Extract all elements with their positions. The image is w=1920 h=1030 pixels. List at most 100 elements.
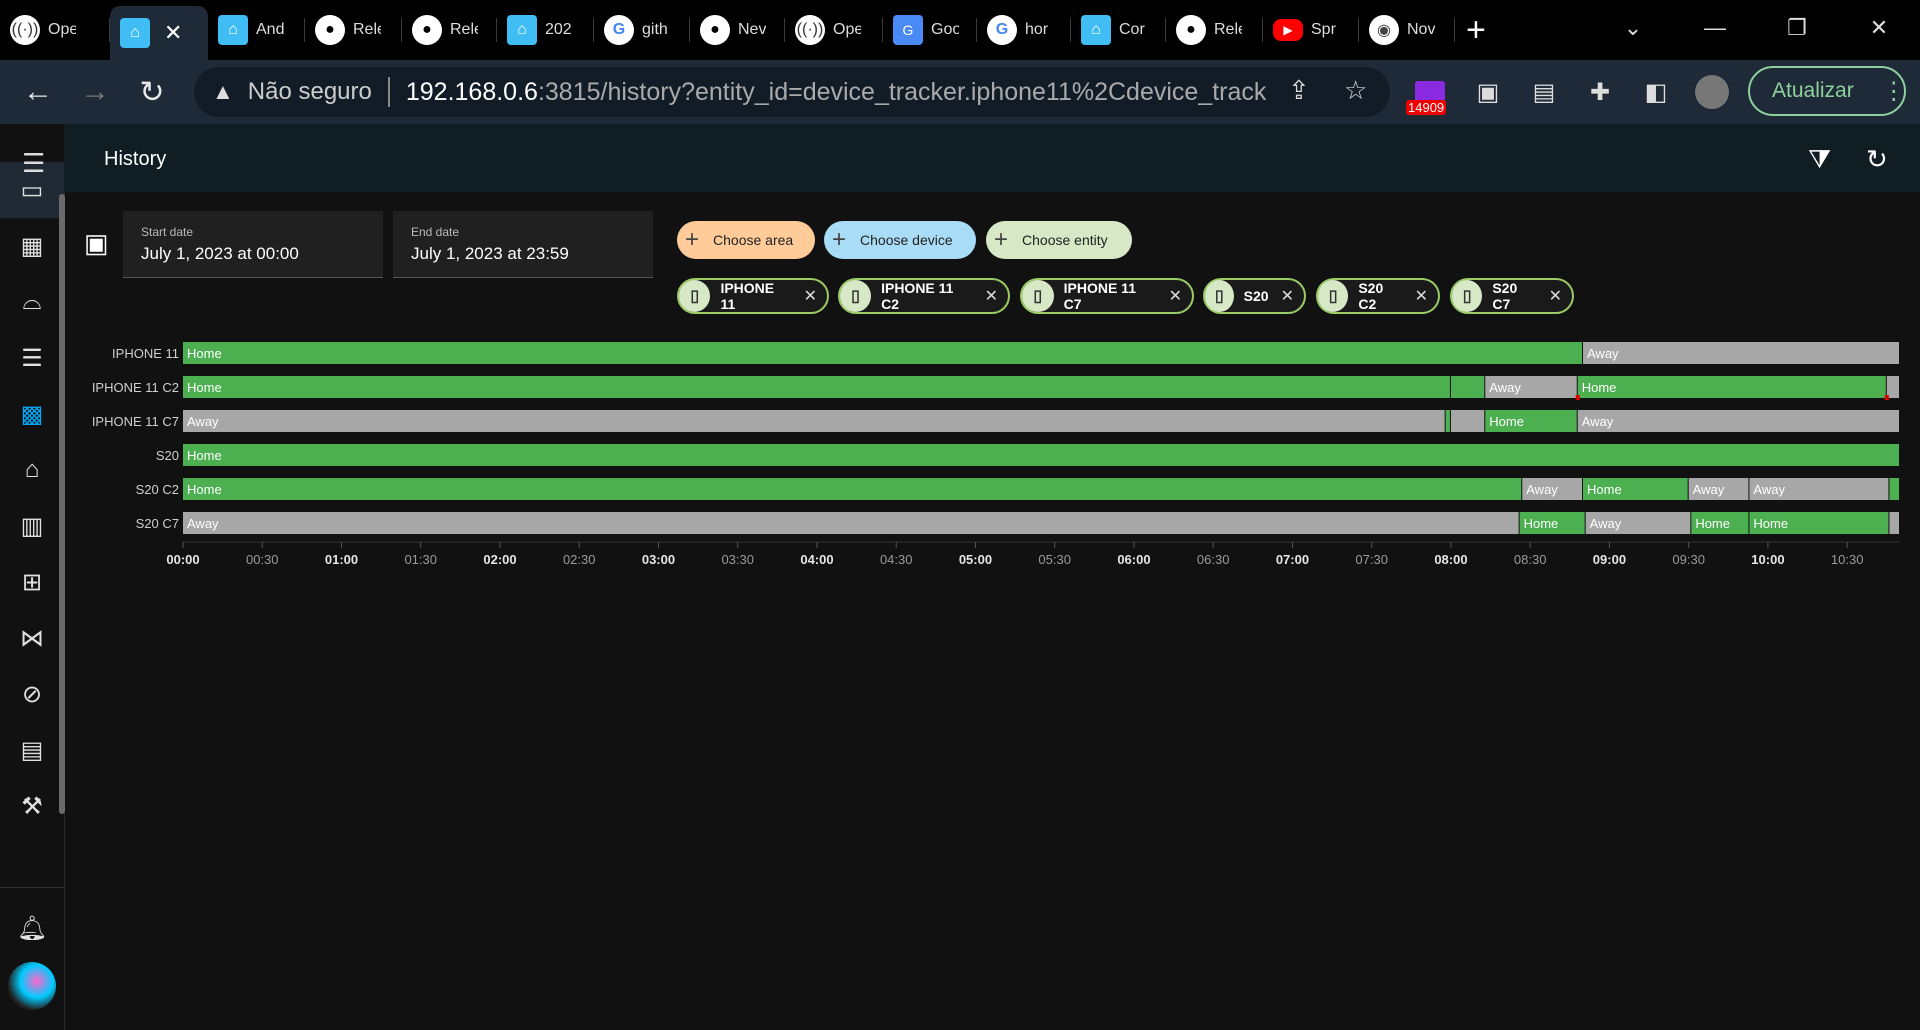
entity-chip-label: S20 C7 xyxy=(1492,280,1518,312)
browser-tab-3[interactable]: ⌂ And xyxy=(208,6,305,54)
tab-title: Rele xyxy=(1214,21,1242,38)
back-arrow-icon[interactable]: ← xyxy=(18,68,58,116)
choose-device-button[interactable]: + Choose device xyxy=(824,221,976,259)
entity-chip[interactable]: ▯ IPHONE 11 C7 ✕ xyxy=(1020,278,1194,314)
timeline-segment[interactable] xyxy=(1450,376,1485,398)
forward-arrow-icon[interactable]: → xyxy=(75,68,115,116)
timeline-segment[interactable] xyxy=(183,376,1450,398)
sidebar-dashboard-icon[interactable]: ▦ xyxy=(0,218,64,274)
browser-tab-10[interactable]: G Goo xyxy=(883,6,977,54)
entity-chip[interactable]: ▯ S20 C2 ✕ xyxy=(1316,278,1440,314)
timeline-segment[interactable] xyxy=(183,410,1445,432)
sidebar-home-icon[interactable]: ⌂ xyxy=(0,442,64,498)
browser-tab-15[interactable]: ◉ Nov xyxy=(1359,6,1455,54)
remove-chip-icon[interactable]: ✕ xyxy=(1169,286,1182,306)
timeline-segment-label: Away xyxy=(1753,482,1785,497)
menu-icon[interactable]: ☰ xyxy=(22,148,45,179)
browser-tab-13[interactable]: ● Rele xyxy=(1166,6,1263,54)
sidebar-logbook-icon[interactable]: ☰ xyxy=(0,330,64,386)
sidebar-network-icon[interactable]: ⊞ xyxy=(0,554,64,610)
remove-chip-icon[interactable]: ✕ xyxy=(1415,286,1428,306)
sidebar-scrollbar[interactable] xyxy=(59,194,65,814)
entity-chip[interactable]: ▯ S20 ✕ xyxy=(1203,278,1306,314)
browser-tab-1[interactable]: ((·)) Ope xyxy=(0,6,110,54)
close-tab-icon[interactable]: ✕ xyxy=(164,20,182,46)
sidebar-chip-icon[interactable]: ▤ xyxy=(0,722,64,778)
warning-icon[interactable]: ▲ xyxy=(212,79,234,105)
sidebar-media-icon[interactable]: ▥ xyxy=(0,498,64,554)
timeline-segment[interactable] xyxy=(1583,342,1899,364)
choose-entity-button[interactable]: + Choose entity xyxy=(986,221,1132,259)
plus-icon: + xyxy=(685,226,700,253)
url-text[interactable]: 192.168.0.6:3815/history?entity_id=devic… xyxy=(406,78,1266,107)
google-icon: G xyxy=(604,15,634,45)
sidebar-compass-icon[interactable]: ⊘ xyxy=(0,666,64,722)
timeline-segment[interactable] xyxy=(183,342,1583,364)
browser-tab-6[interactable]: ⌂ 202 xyxy=(497,6,594,54)
extension-screen-icon[interactable]: ▤ xyxy=(1524,72,1564,112)
share-icon[interactable]: ⇪ xyxy=(1288,75,1310,106)
timeline-segment[interactable] xyxy=(1577,376,1886,398)
browser-tab-7[interactable]: Ggith xyxy=(594,6,690,54)
new-tab-button[interactable]: + xyxy=(1466,10,1486,50)
choose-area-label: Choose area xyxy=(713,232,794,248)
restore-icon[interactable]: ❐ xyxy=(1756,0,1838,56)
remove-chip-icon[interactable]: ✕ xyxy=(1281,286,1294,306)
sidebar-history-icon[interactable]: ▩ xyxy=(0,386,64,442)
calendar-icon[interactable]: ▣ xyxy=(84,228,114,258)
remove-chip-icon[interactable]: ✕ xyxy=(804,286,817,306)
browser-tab-5[interactable]: ● Rele xyxy=(402,6,497,54)
remove-chip-icon[interactable]: ✕ xyxy=(1549,286,1562,306)
timeline-segment[interactable] xyxy=(1886,376,1899,398)
browser-tab-2[interactable]: ⌂ ✕ xyxy=(110,6,208,60)
more-vert-icon[interactable]: ⋮ xyxy=(1882,77,1906,106)
cast-icon[interactable]: ▣ xyxy=(1468,72,1508,112)
cellphone-icon: ▯ xyxy=(1022,280,1054,312)
puzzle-icon[interactable]: ✚ xyxy=(1580,72,1620,112)
entity-chip[interactable]: ▯ IPHONE 11 ✕ xyxy=(677,278,829,314)
sidebar-android-icon[interactable]: ⌓ xyxy=(0,274,64,330)
timeline-segment[interactable] xyxy=(1889,478,1899,500)
timeline-segment[interactable] xyxy=(183,444,1899,466)
browser-tab-8[interactable]: ● Nev xyxy=(690,6,785,54)
choose-device-label: Choose device xyxy=(860,232,953,248)
remove-chip-icon[interactable]: ✕ xyxy=(985,286,998,306)
sidebar-hammer-icon[interactable]: ⚒ xyxy=(0,778,64,834)
browser-tab-9[interactable]: ((·)) Ope xyxy=(785,6,883,54)
update-button[interactable]: Atualizar ⋮ xyxy=(1748,66,1906,116)
choose-area-button[interactable]: + Choose area xyxy=(677,221,815,259)
cellphone-icon: ▯ xyxy=(1318,280,1349,312)
timeline-segment-label: Home xyxy=(1587,482,1622,497)
profile-avatar[interactable] xyxy=(1692,72,1732,112)
window-controls: ⌄ — ❐ ✕ xyxy=(1592,0,1920,60)
bookmark-star-icon[interactable]: ☆ xyxy=(1344,75,1367,106)
timeline-segment[interactable] xyxy=(183,512,1519,534)
timeline-segment[interactable] xyxy=(1445,410,1450,432)
browser-tab-4[interactable]: ● Rele xyxy=(305,6,402,54)
sidebar-vscode-icon[interactable]: ⋈ xyxy=(0,610,64,666)
tab-title: Goo xyxy=(931,21,959,38)
browser-tab-12[interactable]: ⌂ Cor xyxy=(1071,6,1166,54)
minimize-icon[interactable]: — xyxy=(1674,0,1756,56)
side-panel-icon[interactable]: ◧ xyxy=(1636,72,1676,112)
browser-tab-14[interactable]: ▶ Spr xyxy=(1263,6,1359,54)
tab-search-icon[interactable]: ⌄ xyxy=(1592,0,1674,56)
timeline-segment[interactable] xyxy=(1577,410,1899,432)
timeline-tick-label: 10:00 xyxy=(1751,552,1784,567)
notifications-bell-icon[interactable]: 🔔︎ xyxy=(0,900,64,956)
window-close-icon[interactable]: ✕ xyxy=(1838,0,1920,56)
filter-remove-icon[interactable]: ⧩ xyxy=(1808,144,1831,176)
entity-chip[interactable]: ▯ IPHONE 11 C2 ✕ xyxy=(838,278,1010,314)
entity-chip[interactable]: ▯ S20 C7 ✕ xyxy=(1450,278,1574,314)
security-label[interactable]: Não seguro xyxy=(248,78,372,106)
timeline-segment[interactable] xyxy=(1450,410,1485,432)
address-bar[interactable]: ▲ Não seguro 192.168.0.6:3815/history?en… xyxy=(194,67,1390,117)
timeline-segment[interactable] xyxy=(183,478,1522,500)
refresh-icon[interactable]: ↻ xyxy=(1866,144,1888,175)
reload-icon[interactable]: ↻ xyxy=(132,68,172,116)
browser-tab-11[interactable]: Ghor xyxy=(977,6,1071,54)
timeline-segment[interactable] xyxy=(1889,512,1899,534)
end-date-field[interactable]: End date July 1, 2023 at 23:59 xyxy=(393,211,653,278)
start-date-field[interactable]: Start date July 1, 2023 at 00:00 xyxy=(123,211,383,278)
user-avatar[interactable] xyxy=(8,962,56,1010)
